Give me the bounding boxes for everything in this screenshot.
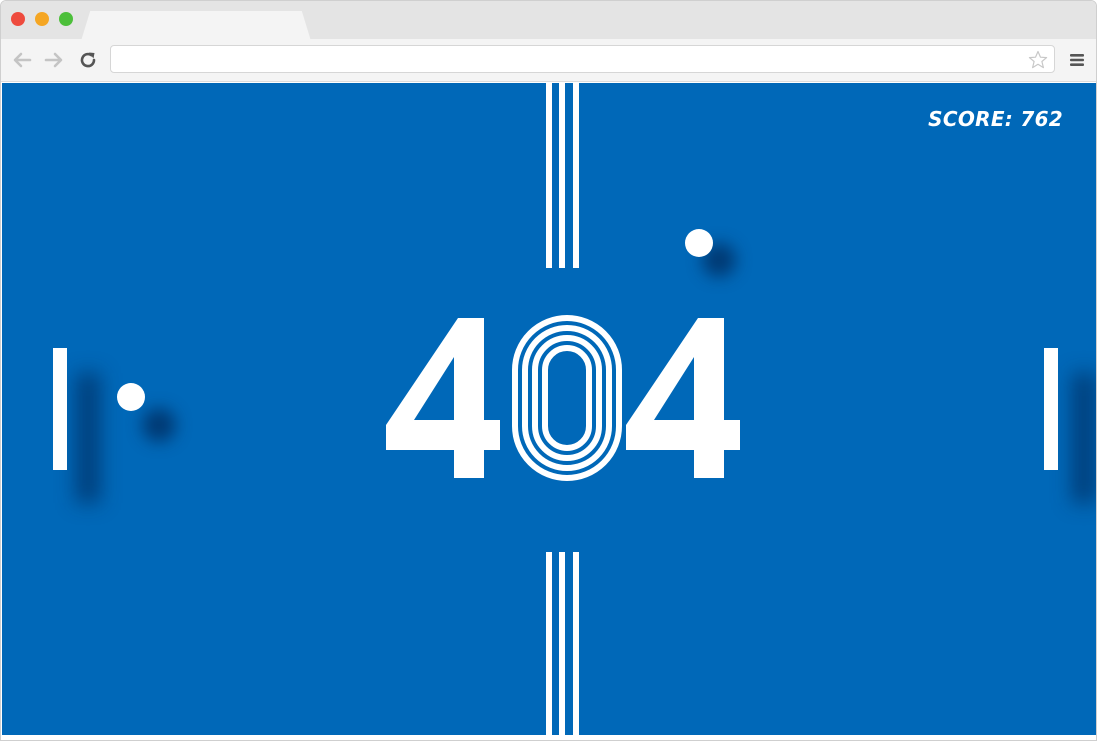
browser-tab[interactable] [81,11,311,41]
close-window-button[interactable] [11,12,25,26]
left-paddle[interactable] [53,348,67,470]
pong-game-area[interactable]: SCORE: 762 404 [2,83,1096,735]
browser-window: SCORE: 762 404 [0,0,1097,741]
left-paddle-shadow [76,373,100,503]
maximize-window-button[interactable] [59,12,73,26]
score-display: SCORE: 762 [928,107,1063,131]
hamburger-menu-icon[interactable] [1068,51,1086,69]
minimize-window-button[interactable] [35,12,49,26]
arrow-left-icon [13,52,32,68]
url-input[interactable] [111,46,1054,72]
back-button[interactable] [11,49,33,71]
ball [685,229,713,257]
reload-button[interactable] [77,49,99,71]
right-paddle[interactable] [1044,348,1058,470]
forward-button[interactable] [43,49,65,71]
bookmark-star-icon[interactable] [1028,50,1048,70]
title-bar [1,1,1096,41]
reload-icon [80,52,96,68]
ball-shadow [142,408,176,442]
address-bar[interactable] [110,45,1055,73]
right-paddle-shadow [1072,373,1096,503]
center-net-top [546,83,582,268]
browser-toolbar [1,39,1096,82]
ball [117,383,145,411]
error-404-graphic: 404 [386,315,740,481]
center-net-bottom [546,552,582,735]
arrow-right-icon [44,52,63,68]
